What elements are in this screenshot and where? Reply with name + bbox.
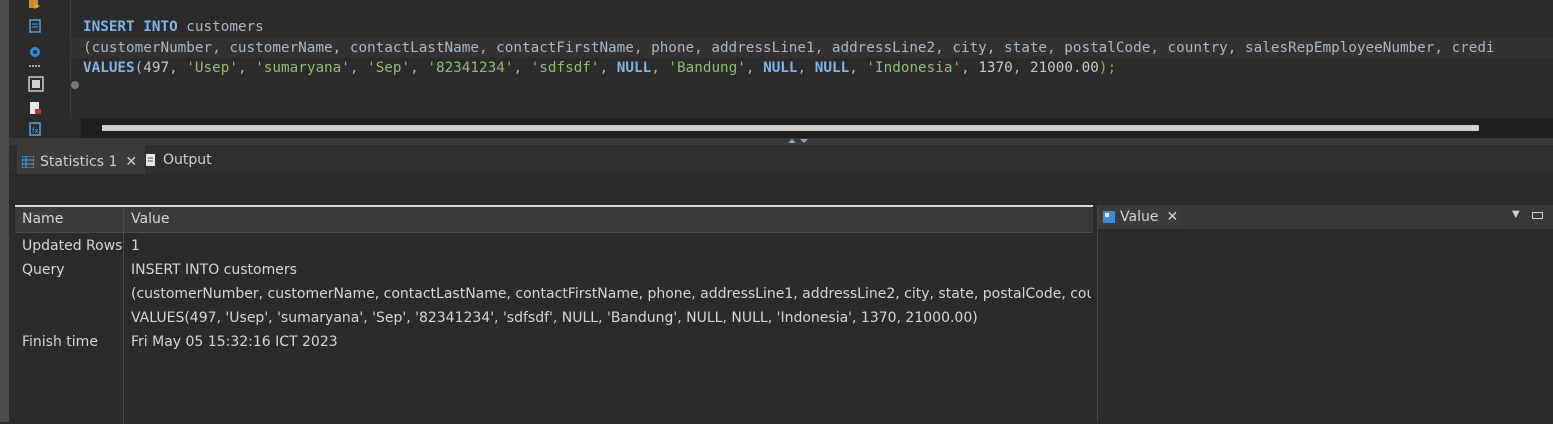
settings-gear-icon[interactable] <box>28 45 42 59</box>
code-line-2: (customerNumber, customerName, contactLa… <box>83 38 1495 58</box>
table-name: customers <box>177 19 264 35</box>
row-value[interactable]: VALUES(497, 'Usep', 'sumaryana', 'Sep', … <box>131 306 1091 330</box>
tab-value[interactable]: Value ✕ <box>1098 205 1183 229</box>
column-header-value[interactable]: Value <box>124 207 169 232</box>
tab-output[interactable]: Output <box>140 145 212 174</box>
close-icon[interactable]: ✕ <box>1166 209 1178 225</box>
editor-toolbar: fx <box>9 0 71 138</box>
results-tab-bar: Statistics 1 ✕ Output <box>9 145 1553 176</box>
results-toolbar-area <box>9 174 1553 205</box>
grid-table-icon <box>21 155 35 168</box>
tab-statistics[interactable]: Statistics 1 ✕ <box>17 145 145 176</box>
sql-editor[interactable]: INSERT INTO customers (customerNumber, c… <box>71 0 1553 118</box>
close-icon[interactable]: ✕ <box>125 154 137 170</box>
explain-plan-icon[interactable] <box>28 19 42 33</box>
value-panel-header: Value ✕ ▼ <box>1098 205 1553 229</box>
grid-header: Name Value <box>15 207 1093 233</box>
chevron-down-icon[interactable]: ▼ <box>1512 209 1520 220</box>
format-sql-icon[interactable]: fx <box>28 122 42 136</box>
value-panel: Value ✕ ▼ <box>1097 205 1553 422</box>
row-name[interactable]: Query <box>22 258 65 282</box>
minimize-icon[interactable] <box>1532 212 1543 219</box>
svg-text:fx: fx <box>32 127 39 135</box>
keyword-insert-into: INSERT INTO <box>83 19 178 35</box>
column-separator[interactable] <box>123 207 124 424</box>
row-value[interactable]: 1 <box>131 234 1091 258</box>
keyword-values: VALUES <box>83 60 135 76</box>
tab-output-label: Output <box>163 151 212 168</box>
code-line-3: VALUES(497, 'Usep', 'sumaryana', 'Sep', … <box>83 60 1117 76</box>
value-viewer-icon <box>1103 211 1115 223</box>
row-value[interactable]: INSERT INTO customers <box>131 258 1091 282</box>
panel-splitter[interactable] <box>9 138 1553 145</box>
editor-horizontal-scrollbar[interactable] <box>81 118 1553 138</box>
code-line-1: INSERT INTO customers <box>83 17 264 37</box>
row-name[interactable]: Finish time <box>22 330 98 354</box>
window-edge <box>0 0 9 422</box>
output-document-icon <box>145 153 157 166</box>
row-value[interactable]: Fri May 05 15:32:16 ICT 2023 <box>131 330 1091 354</box>
export-file-icon[interactable] <box>28 101 42 115</box>
execute-script-icon[interactable] <box>28 0 42 14</box>
splitter-arrows-icon[interactable] <box>786 137 810 145</box>
column-header-name[interactable]: Name <box>15 207 123 232</box>
scrollbar-thumb[interactable] <box>102 125 1479 131</box>
fold-marker-icon[interactable] <box>71 81 79 89</box>
more-dots-icon[interactable] <box>28 63 42 77</box>
statistics-grid[interactable]: Name Value Updated Rows 1 Query INSERT I… <box>15 205 1093 424</box>
row-name[interactable]: Updated Rows <box>22 234 122 258</box>
tab-statistics-label: Statistics 1 <box>40 153 118 170</box>
output-panel-icon[interactable] <box>28 76 44 92</box>
column-list: (customerNumber, customerName, contactLa… <box>83 40 1495 56</box>
value-tab-label: Value <box>1120 209 1159 225</box>
row-value[interactable]: (customerNumber, customerName, contactLa… <box>131 282 1091 306</box>
